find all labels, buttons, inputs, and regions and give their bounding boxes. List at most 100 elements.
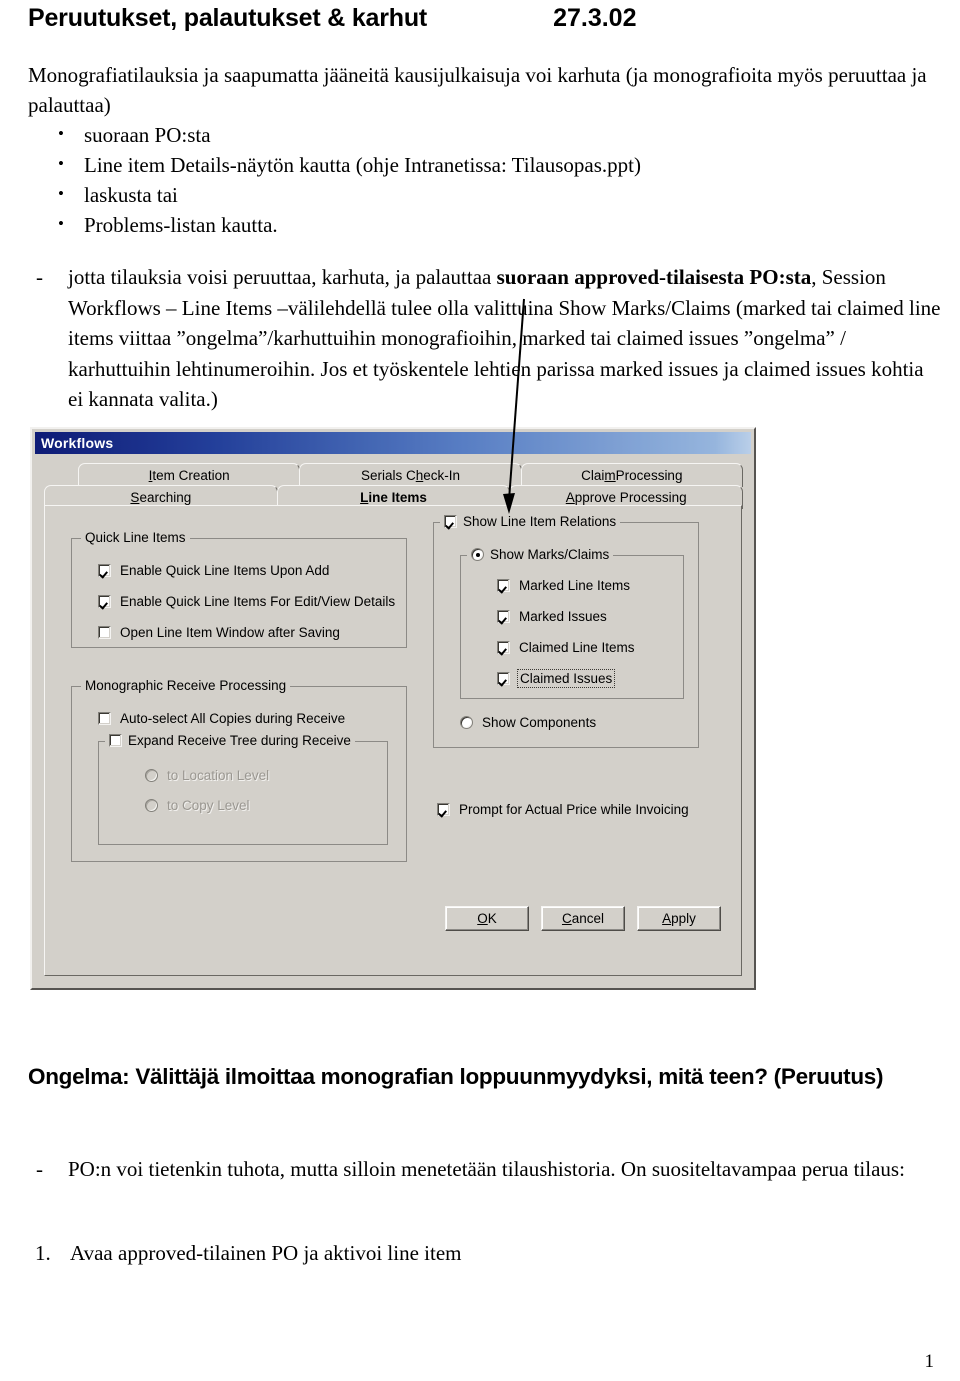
apply-button[interactable]: Apply [637, 906, 721, 931]
intro-paragraph: Monografiatilauksia ja saapumatta jäänei… [28, 63, 927, 117]
checkbox-label: Claimed Line Items [519, 640, 635, 655]
page-title: Peruutukset, palautukset & karhut [28, 4, 428, 32]
numbered-item-1: 1. Avaa approved-tilainen PO ja aktivoi l… [28, 1238, 936, 1268]
group-expand-receive-tree: Expand Receive Tree during Receive to Lo… [98, 733, 388, 845]
tab-label-pre: Clai [581, 468, 605, 483]
numbered-item-text: Avaa approved-tilainen PO ja aktivoi lin… [70, 1241, 462, 1265]
tab-label-mnemonic: m [604, 468, 616, 483]
group-monographic-receive-title: Monographic Receive Processing [81, 678, 291, 693]
checkbox-label: Enable Quick Line Items For Edit/View De… [120, 594, 396, 609]
tab-label-mnemonic: S [130, 490, 140, 505]
dash-marker: - [36, 265, 43, 289]
checkbox-icon[interactable] [497, 641, 510, 654]
dash-text-bold: suoraan approved-tilaisesta PO:sta [496, 265, 812, 289]
ok-button[interactable]: OK [445, 906, 529, 931]
group-quick-line-items: Quick Line Items Enable Quick Line Items… [71, 530, 407, 648]
radio-label: Show Components [482, 715, 597, 730]
radio-icon[interactable] [145, 769, 158, 782]
list-item: Problems-listan kautta. [28, 209, 936, 240]
radio-to-copy-level[interactable]: to Copy Level [145, 798, 269, 813]
button-label-mnemonic: C [561, 911, 572, 926]
checkbox-label: Prompt for Actual Price while Invoicing [459, 802, 689, 817]
button-label-post: ancel [571, 911, 605, 926]
tab-label-post: eck-In [423, 468, 461, 483]
group-show-relations-title[interactable]: Show Line Item Relations [440, 514, 621, 529]
checkbox-icon[interactable] [109, 734, 122, 747]
checkbox-label: Auto-select All Copies during Receive [120, 711, 346, 726]
dash-paragraph-2-block: - PO:n voi tietenkin tuhota, mutta silloi… [28, 1154, 926, 1185]
checkbox-icon[interactable] [98, 564, 111, 577]
page-number: 1 [924, 1351, 935, 1372]
dash-marker: - [36, 1157, 43, 1181]
dash-text: PO:n voi tietenkin tuhota, mutta silloin… [68, 1157, 905, 1181]
checkbox-auto-select-copies[interactable]: Auto-select All Copies during Receive [98, 711, 345, 726]
checkbox-icon[interactable] [98, 595, 111, 608]
checkbox-enable-quick-edit-view[interactable]: Enable Quick Line Items For Edit/View De… [98, 594, 395, 609]
group-title-label: Show Marks/Claims [490, 547, 610, 562]
checkbox-icon[interactable] [437, 803, 450, 816]
group-expand-receive-tree-title[interactable]: Expand Receive Tree during Receive [105, 733, 355, 748]
checkbox-marked-line-items[interactable]: Marked Line Items [497, 578, 635, 593]
checkbox-label: Enable Quick Line Items Upon Add [120, 563, 330, 578]
line-items-tab-panel: Quick Line Items Enable Quick Line Items… [44, 505, 742, 976]
button-label-post: pply [671, 911, 696, 926]
button-label-mnemonic: A [662, 911, 672, 926]
checkbox-label: Open Line Item Window after Saving [120, 625, 340, 640]
checkbox-prompt-actual-price[interactable]: Prompt for Actual Price while Invoicing [437, 802, 689, 817]
checkbox-label: Marked Issues [519, 609, 607, 624]
radio-icon[interactable] [145, 799, 158, 812]
tab-label-post: ine Items [368, 490, 427, 505]
checkbox-claimed-line-items[interactable]: Claimed Line Items [497, 640, 635, 655]
button-label-post: K [487, 911, 497, 926]
tab-row-top: Item Creation Serials Ch eck-In Clai m Pro… [44, 463, 743, 487]
group-monographic-receive: Monographic Receive Processing Auto-sele… [71, 678, 407, 862]
workflows-dialog[interactable]: Workflows Item Creation Serials Ch eck-In… [30, 427, 756, 990]
list-item: laskusta tai [28, 179, 936, 210]
tab-label-pre: Serials C [360, 468, 416, 483]
group-show-marks-claims: Show Marks/Claims Marked Line Items Mark… [460, 547, 684, 699]
bullet-list: suoraan PO:sta Line item Details-näytön … [28, 119, 936, 240]
dash-paragraph-2: - PO:n voi tietenkin tuhota, mutta silloi… [28, 1154, 926, 1185]
bullet-list-block: suoraan PO:sta Line item Details-näytön … [28, 119, 936, 240]
checkbox-label: Claimed Issues [516, 669, 616, 688]
dialog-title: Workflows [41, 435, 114, 451]
checkbox-open-line-item-window[interactable]: Open Line Item Window after Saving [98, 625, 395, 640]
radio-label: to Copy Level [167, 798, 250, 813]
radio-show-components[interactable]: Show Components [460, 715, 596, 730]
radio-to-location-level[interactable]: to Location Level [145, 768, 269, 783]
dash-text-before-bold: jotta tilauksia voisi peruuttaa, karhuta… [68, 265, 497, 289]
radio-icon[interactable] [460, 716, 473, 729]
tab-strip: Item Creation Serials Ch eck-In Clai m Pro… [44, 463, 744, 509]
document-date: 27.3.02 [553, 4, 637, 32]
checkbox-icon[interactable] [98, 712, 111, 725]
checkbox-icon[interactable] [497, 610, 510, 623]
tab-label-mnemonic: h [415, 468, 424, 483]
tab-label-post: Processing [615, 468, 683, 483]
dash-paragraph-1-block: - jotta tilauksia voisi peruuttaa, karhut… [28, 262, 942, 415]
checkbox-label: Marked Line Items [519, 578, 631, 593]
checkbox-icon[interactable] [497, 672, 510, 685]
checkbox-marked-issues[interactable]: Marked Issues [497, 609, 635, 624]
tab-label-mnemonic: L [360, 490, 369, 505]
checkbox-enable-quick-upon-add[interactable]: Enable Quick Line Items Upon Add [98, 563, 395, 578]
dialog-titlebar[interactable]: Workflows [35, 432, 751, 454]
tab-label-post: earching [139, 490, 192, 505]
tab-label-post: tem Creation [152, 468, 230, 483]
checkbox-icon[interactable] [98, 626, 111, 639]
tab-serials-check-in[interactable]: Serials Ch eck-In [299, 463, 522, 487]
checkbox-icon[interactable] [444, 515, 457, 528]
group-show-marks-claims-title[interactable]: Show Marks/Claims [467, 547, 614, 562]
cancel-button[interactable]: Cancel [541, 906, 625, 931]
tab-claim-processing[interactable]: Clai m Processing [520, 463, 743, 487]
numbered-list-block: 1. Avaa approved-tilainen PO ja aktivoi l… [28, 1238, 936, 1268]
group-quick-line-items-title: Quick Line Items [81, 530, 190, 545]
list-item: Line item Details-näytön kautta (ohje In… [28, 149, 936, 180]
checkbox-icon[interactable] [497, 579, 510, 592]
checkbox-claimed-issues[interactable]: Claimed Issues [497, 669, 635, 688]
tab-label-post: pprove Processing [574, 490, 687, 505]
dash-paragraph-1: - jotta tilauksia voisi peruuttaa, karhut… [28, 262, 942, 415]
document-header: Peruutukset, palautukset & karhut 27.3.0… [28, 4, 932, 40]
radio-icon[interactable] [471, 548, 484, 561]
group-title-label: Show Line Item Relations [463, 514, 617, 529]
tab-item-creation[interactable]: Item Creation [78, 463, 301, 487]
